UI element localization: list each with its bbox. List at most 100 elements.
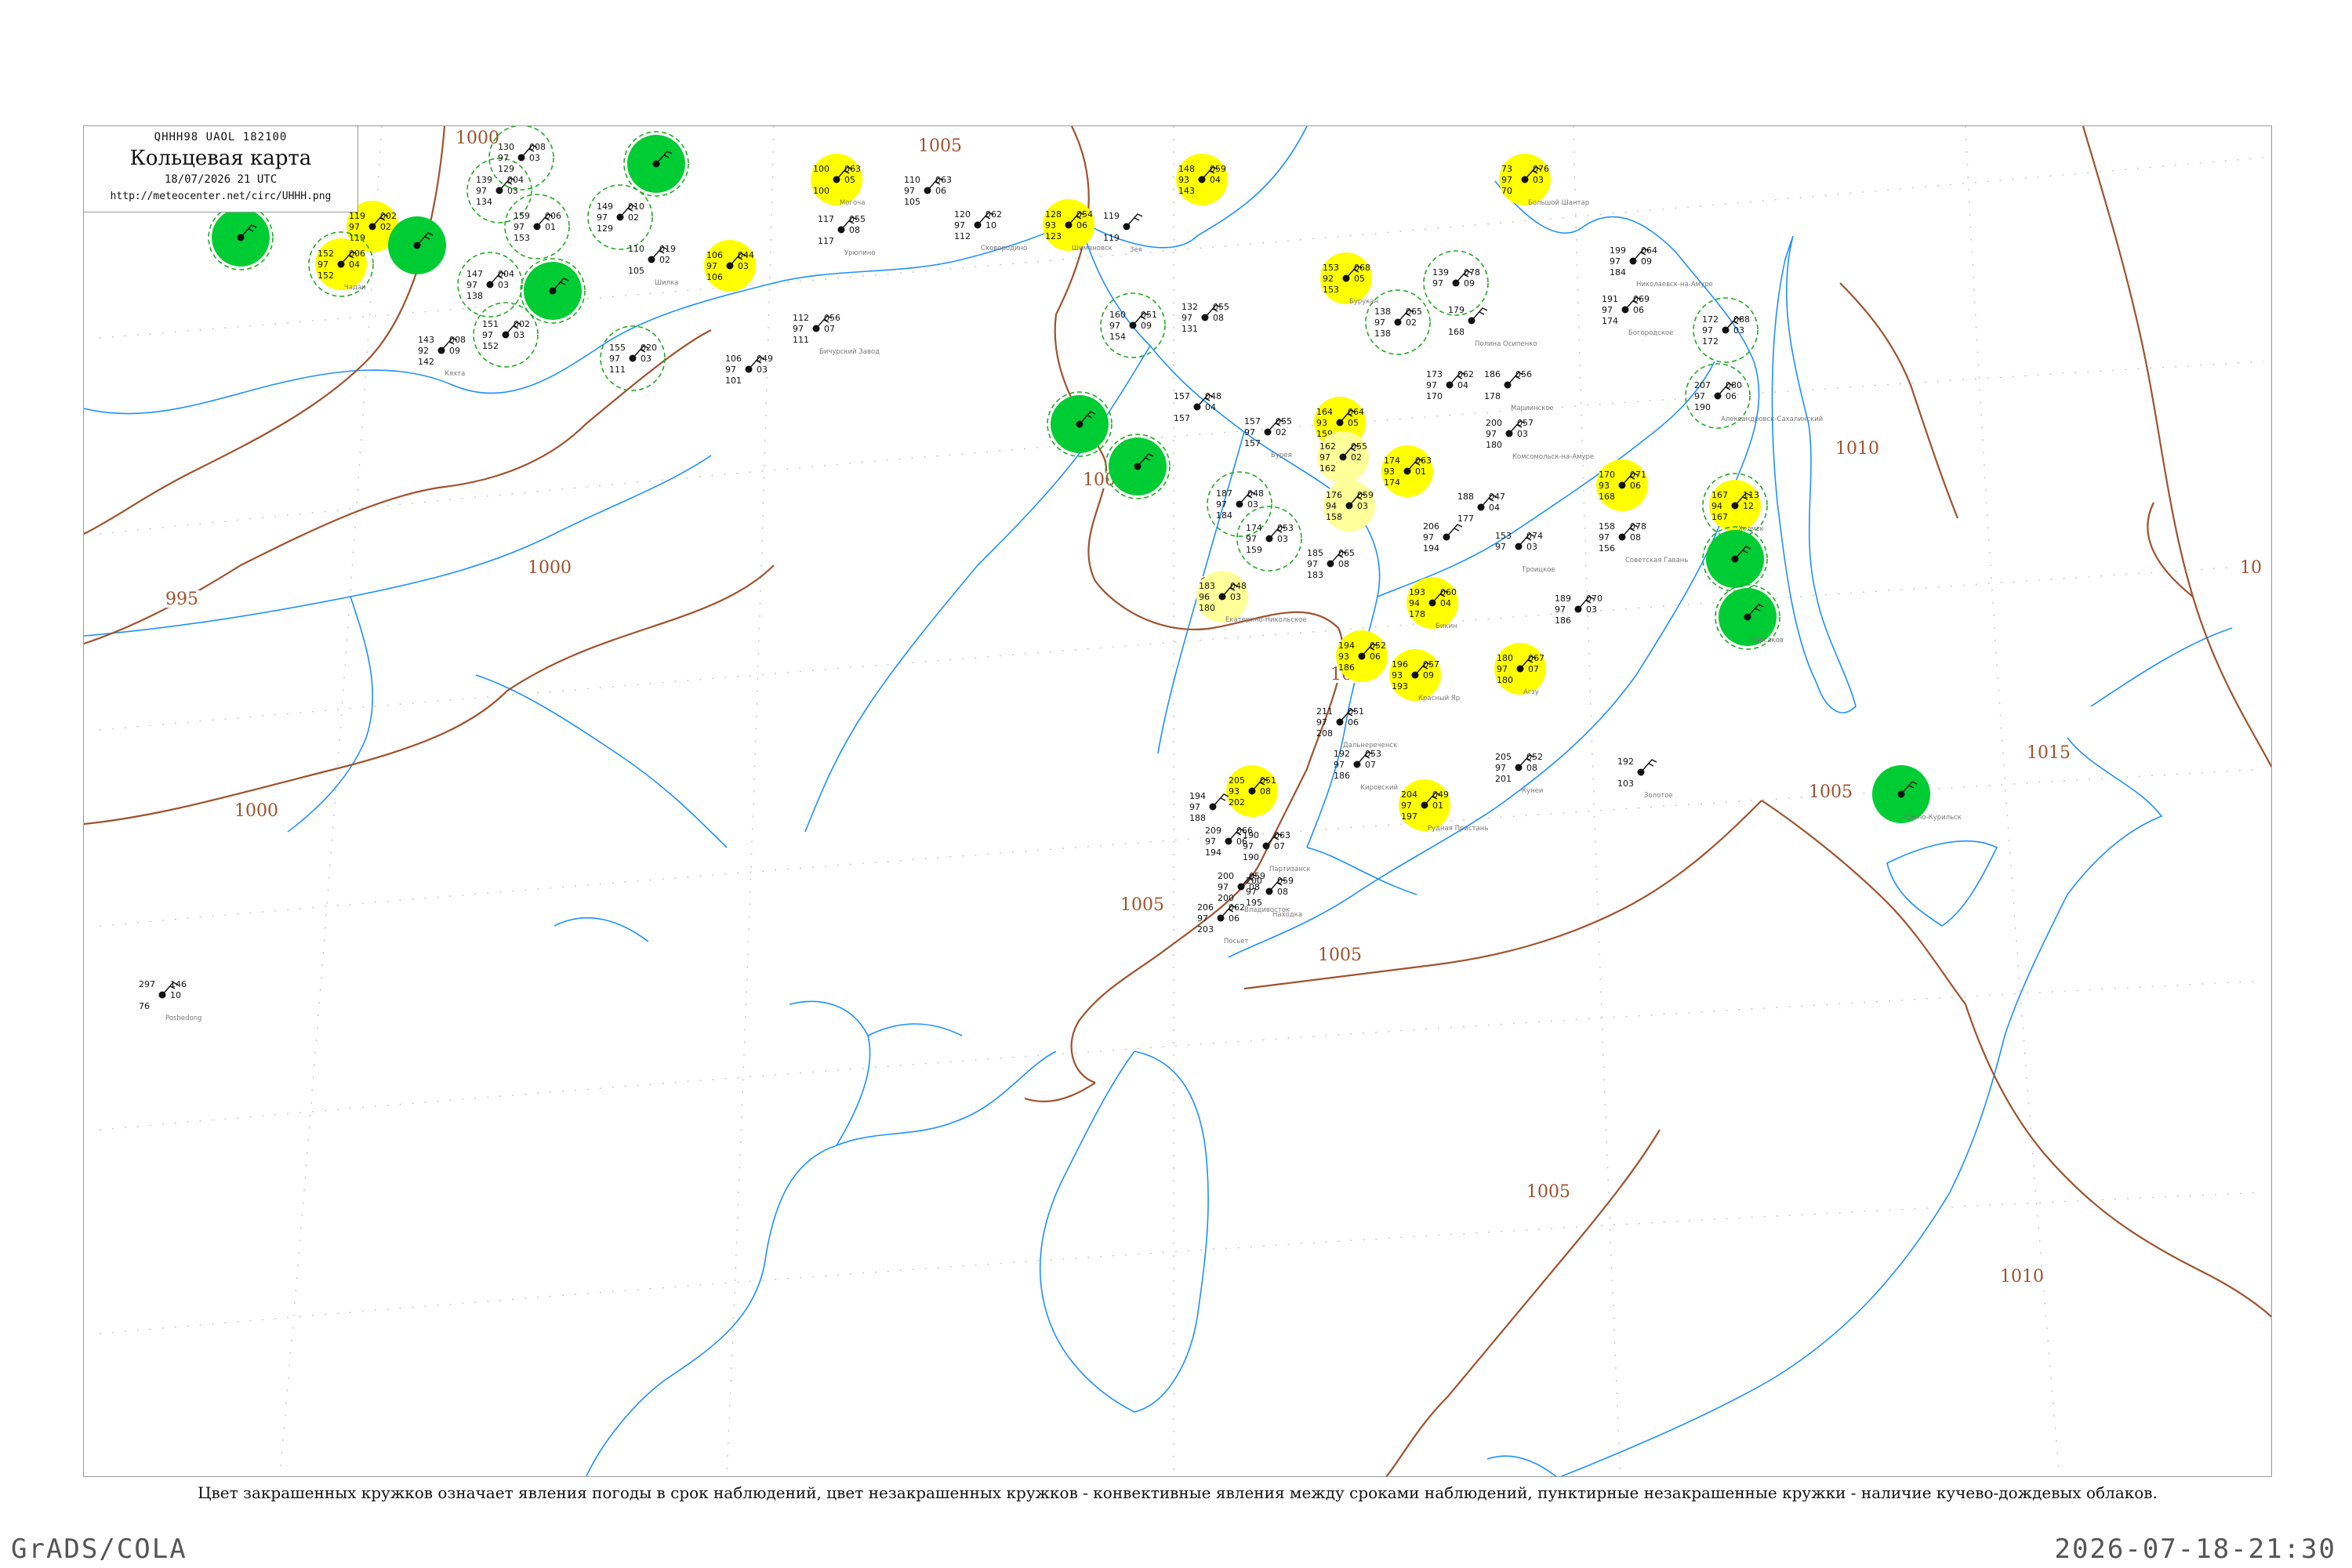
station-marker[interactable]: 15297152 00604 Чадан bbox=[308, 231, 374, 297]
station-temperature: 128 bbox=[1045, 209, 1062, 220]
station-marker[interactable] bbox=[1702, 526, 1768, 592]
station-visibility: 97 bbox=[1307, 559, 1318, 569]
station-visibility: 92 bbox=[418, 346, 429, 356]
station-dewpoint: 174 bbox=[1384, 477, 1400, 488]
isobar-label: 995 bbox=[165, 590, 198, 609]
station-marker[interactable]: 16297162 05502 bbox=[1317, 431, 1369, 483]
station-marker[interactable]: 20097180 05703 Комсомольск-на-Амуре bbox=[1486, 418, 1594, 461]
station-marker[interactable]: 10697101 04903 bbox=[725, 354, 773, 386]
station-marker[interactable]: 13297131 05508 bbox=[1181, 302, 1229, 334]
station-marker[interactable]: 739770 07603 Большой Шантар bbox=[1499, 154, 1589, 207]
station-tendency: 03 bbox=[738, 261, 749, 271]
station-marker[interactable]: 117 117 05508 Урюпино bbox=[818, 214, 876, 257]
station-marker[interactable]: 15797157 05502 Бурея bbox=[1244, 416, 1292, 459]
map-datetime: 18/07/2026 21 UTC bbox=[164, 173, 278, 186]
station-visibility: 97 bbox=[1189, 802, 1200, 812]
station-marker[interactable]: 15392153 06805 Бурукан bbox=[1320, 252, 1378, 306]
station-marker[interactable]: 18097180 06707 Агзу bbox=[1494, 643, 1546, 696]
station-marker[interactable]: 16097154 05109 bbox=[1100, 292, 1166, 358]
station-marker[interactable]: 19297186 05307 Кировский bbox=[1334, 749, 1398, 792]
station-marker[interactable]: 15997153 00601 bbox=[504, 194, 570, 260]
station-marker[interactable]: 19394178 06004 Бикин bbox=[1406, 577, 1458, 630]
station-dewpoint: 152 bbox=[482, 341, 499, 351]
station-marker[interactable]: 11097105 06306 bbox=[904, 175, 952, 207]
station-marker[interactable]: 100 100 06305 Могоча bbox=[811, 154, 865, 207]
station-marker[interactable]: 13897138 06502 bbox=[1365, 289, 1431, 355]
station-marker[interactable]: 179 168 Полина Осипенко bbox=[1448, 305, 1537, 348]
station-marker[interactable]: 2119720805106Дальнереченск bbox=[1316, 706, 1397, 750]
station-marker[interactable]: 17694158 05903 bbox=[1323, 480, 1375, 532]
station-dewpoint: 112 bbox=[954, 231, 971, 241]
wind-barb-icon bbox=[1446, 524, 1463, 538]
station-marker[interactable]: 20697194 bbox=[1423, 521, 1463, 554]
station-dewpoint: 168 bbox=[1599, 492, 1615, 502]
station-marker[interactable]: 18597183 06508 bbox=[1307, 548, 1355, 580]
station-temperature: 170 bbox=[1599, 470, 1615, 480]
station-marker[interactable]: Корсаков bbox=[1715, 584, 1784, 650]
station-temperature: 189 bbox=[1555, 593, 1571, 604]
station-marker[interactable]: 19497188 bbox=[1189, 791, 1229, 823]
station-temperature: 138 bbox=[1374, 307, 1391, 317]
isobar-label: 1010 bbox=[2000, 1267, 2044, 1287]
station-tendency: 03 bbox=[529, 153, 540, 163]
station-marker[interactable] bbox=[623, 131, 689, 197]
station-marker[interactable]: 18997186 07003 bbox=[1555, 593, 1602, 626]
station-marker[interactable]: 20593202 05108 bbox=[1226, 765, 1278, 817]
station-marker[interactable]: 19997184 06409 Николаевск-на-Амуре bbox=[1610, 245, 1713, 289]
station-marker[interactable] bbox=[1047, 391, 1112, 457]
station-pressure: 062 bbox=[1229, 902, 1245, 913]
station-temperature: 196 bbox=[1392, 659, 1408, 670]
station-marker[interactable]: 188 177 04704 bbox=[1457, 492, 1505, 524]
station-marker[interactable]: 297 76 14610 Poshedong bbox=[139, 979, 201, 1022]
station-marker[interactable]: 192 103 Золотое bbox=[1617, 757, 1673, 800]
station-tendency: 06 bbox=[1630, 481, 1641, 491]
weather-map[interactable]: 1000 995 1000 1000 1005 1005 1005 1005 1… bbox=[84, 126, 2272, 1477]
station-marker[interactable]: 19693193 05709 Красный Яр bbox=[1389, 649, 1460, 702]
station-name: Партизанск bbox=[1269, 866, 1311, 873]
station-marker[interactable]: 19097190 06307 Партизанск bbox=[1243, 830, 1311, 873]
station-marker[interactable]: 12097112 06210 Сковородино bbox=[954, 209, 1027, 252]
station-marker[interactable]: 20497197 04901 Рудная Пристань bbox=[1399, 779, 1488, 833]
station-marker[interactable]: 17493174 06301 bbox=[1381, 445, 1433, 497]
isobar-label: 1005 bbox=[1809, 782, 1853, 802]
station-pressure: 062 bbox=[985, 209, 1002, 220]
station-temperature: 158 bbox=[1599, 521, 1615, 532]
station-name: Екатерино-Никольское bbox=[1225, 616, 1307, 624]
station-marker[interactable]: 15897156 07808 Советская Гавань bbox=[1599, 521, 1688, 564]
station-marker[interactable]: 110 105 01902 Шилка bbox=[628, 244, 678, 287]
station-marker[interactable]: 19493186 05206 bbox=[1336, 630, 1388, 682]
station-marker[interactable]: 20597201 05208 Кунеи bbox=[1495, 752, 1543, 795]
station-marker[interactable] bbox=[208, 205, 274, 270]
station-marker[interactable]: 14392142 00809 Кяхта bbox=[418, 335, 466, 378]
station-marker[interactable]: 11297111 05607 Бичурский Завод bbox=[793, 313, 880, 356]
station-marker[interactable]: 14893143 05904 bbox=[1176, 154, 1228, 205]
station-marker[interactable]: 186 178 056 Мариинское bbox=[1484, 369, 1554, 412]
station-temperature: 106 bbox=[725, 354, 742, 364]
station-tendency: 08 bbox=[1338, 559, 1349, 569]
station-pressure: 057 bbox=[1423, 659, 1439, 670]
station-tendency: 06 bbox=[1229, 913, 1240, 924]
station-marker[interactable]: 17397170 06204 bbox=[1426, 369, 1474, 401]
station-marker[interactable]: 18396180 04803 Екатерино-Никольское bbox=[1196, 571, 1307, 624]
station-marker[interactable]: 1679416711312Холмск bbox=[1702, 473, 1768, 539]
source-url[interactable]: http://meteocenter.net/circ/UHHH.png bbox=[84, 191, 358, 202]
station-marker[interactable]: 19197174 06906 Богородское bbox=[1602, 294, 1673, 337]
station-marker[interactable]: 15397 07403 Троицкое bbox=[1495, 531, 1555, 574]
station-marker[interactable]: 15597111 02003 bbox=[600, 325, 666, 391]
station-marker[interactable]: 157 157 04804 bbox=[1174, 391, 1221, 423]
station-marker[interactable]: 20697203 06206 Посьет bbox=[1197, 902, 1249, 946]
station-dewpoint: 194 bbox=[1423, 543, 1439, 554]
station-marker[interactable] bbox=[388, 216, 446, 274]
station-marker[interactable] bbox=[520, 258, 586, 324]
station-marker[interactable]: Южно-Курильск bbox=[1872, 765, 1962, 823]
station-visibility: 97 bbox=[349, 222, 360, 232]
station-tendency: 06 bbox=[1348, 717, 1359, 728]
station-marker[interactable]: 10697106 04403 bbox=[704, 240, 756, 292]
station-visibility: 97 bbox=[904, 186, 915, 196]
station-temperature: 206 bbox=[1197, 902, 1214, 913]
station-marker[interactable]: 17093168 07106 bbox=[1596, 459, 1648, 511]
station-marker[interactable]: 12893123 05406 Шимановск bbox=[1043, 199, 1112, 252]
station-temperature: 174 bbox=[1384, 456, 1400, 466]
station-marker[interactable]: 17297172 08803 bbox=[1693, 297, 1759, 363]
station-marker[interactable]: 14997129 01002 bbox=[587, 184, 653, 250]
